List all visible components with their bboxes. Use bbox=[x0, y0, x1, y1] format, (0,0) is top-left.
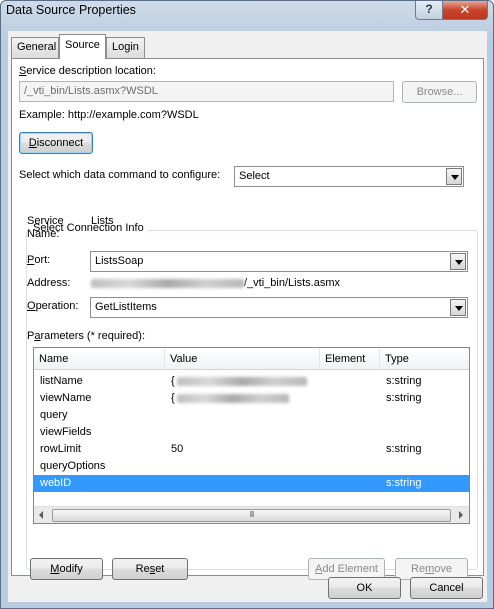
param-name: query bbox=[40, 409, 68, 421]
port-select[interactable]: ListsSoap bbox=[90, 251, 468, 272]
example-text: Example: http://example.com?WSDL bbox=[19, 109, 199, 121]
param-type: s:string bbox=[386, 392, 422, 404]
redacted-address bbox=[91, 278, 244, 288]
tab-general[interactable]: General bbox=[11, 37, 59, 58]
redacted-value bbox=[176, 376, 307, 386]
operation-label: Operation: bbox=[27, 300, 79, 312]
command-select-value: Select bbox=[239, 170, 270, 182]
param-type: s:string bbox=[386, 477, 422, 489]
param-value: { bbox=[171, 375, 307, 387]
param-name: listName bbox=[40, 375, 83, 387]
parameters-list[interactable]: Name Value Element Type listName { s:strin… bbox=[33, 347, 470, 524]
param-name: viewName bbox=[40, 392, 92, 404]
parameters-header: Name Value Element Type bbox=[34, 348, 469, 370]
title-bar[interactable]: Data Source Properties ? ✕ bbox=[1, 1, 493, 31]
command-select[interactable]: Select bbox=[234, 166, 464, 187]
param-value: { bbox=[171, 392, 289, 404]
scroll-right-icon[interactable] bbox=[452, 507, 469, 523]
table-row[interactable]: queryOptions bbox=[34, 458, 469, 475]
param-name: viewFields bbox=[40, 426, 92, 438]
chevron-down-icon[interactable] bbox=[450, 253, 466, 270]
service-name-value: Lists bbox=[91, 215, 114, 227]
param-name: queryOptions bbox=[40, 460, 106, 472]
table-row[interactable]: viewFields bbox=[34, 424, 469, 441]
help-icon: ? bbox=[425, 2, 433, 16]
param-type: s:string bbox=[386, 375, 422, 387]
column-header-name[interactable]: Name bbox=[34, 348, 165, 370]
table-row[interactable]: webID s:string bbox=[34, 475, 469, 492]
service-url-field[interactable]: /_vti_bin/Lists.asmx?WSDL bbox=[19, 81, 394, 102]
table-row[interactable]: rowLimit 50 s:string bbox=[34, 441, 469, 458]
table-row[interactable]: viewName { s:string bbox=[34, 390, 469, 407]
ok-button[interactable]: OK bbox=[328, 577, 401, 599]
column-header-value[interactable]: Value bbox=[165, 348, 320, 370]
window-title: Data Source Properties bbox=[6, 3, 136, 17]
param-type: s:string bbox=[386, 443, 422, 455]
reset-button[interactable]: Reset bbox=[112, 558, 188, 580]
address-label: Address: bbox=[27, 277, 71, 289]
service-name-label-1: Service bbox=[27, 215, 64, 227]
param-name: rowLimit bbox=[40, 443, 81, 455]
operation-select[interactable]: GetListItems bbox=[90, 297, 468, 318]
horizontal-scrollbar[interactable] bbox=[34, 506, 469, 523]
tab-source[interactable]: Source bbox=[59, 34, 106, 59]
cancel-button[interactable]: Cancel bbox=[410, 577, 483, 599]
table-row[interactable]: query bbox=[34, 407, 469, 424]
port-label: Port: bbox=[27, 254, 51, 266]
source-tab-panel: Service description location: /_vti_bin/… bbox=[11, 58, 484, 580]
port-select-value: ListsSoap bbox=[95, 255, 144, 267]
command-label: Select which data command to configure: bbox=[19, 169, 221, 181]
dialog-client: General Source Login Service description… bbox=[8, 31, 487, 602]
chevron-down-icon[interactable] bbox=[450, 299, 466, 316]
disconnect-button[interactable]: Disconnect bbox=[19, 132, 93, 154]
tab-login[interactable]: Login bbox=[106, 37, 145, 58]
parameters-label: Parameters (* required): bbox=[27, 330, 146, 342]
table-row[interactable]: listName { s:string bbox=[34, 373, 469, 390]
scroll-left-icon[interactable] bbox=[34, 507, 51, 523]
column-header-type[interactable]: Type bbox=[380, 348, 469, 370]
redacted-value bbox=[176, 393, 289, 403]
service-name-label-2: Name: bbox=[27, 228, 60, 240]
chevron-down-icon[interactable] bbox=[446, 168, 462, 185]
param-value: 50 bbox=[171, 443, 184, 455]
modify-button[interactable]: Modify bbox=[30, 558, 103, 580]
close-button[interactable]: ✕ bbox=[442, 1, 488, 20]
help-button[interactable]: ? bbox=[415, 1, 443, 20]
address-value: /_vti_bin/Lists.asmx bbox=[91, 277, 340, 289]
scroll-thumb[interactable] bbox=[52, 509, 451, 522]
browse-button[interactable]: Browse... bbox=[402, 81, 477, 103]
dialog-window: Data Source Properties ? ✕ General Sourc… bbox=[0, 0, 494, 609]
param-name: webID bbox=[40, 477, 72, 489]
column-header-element[interactable]: Element bbox=[320, 348, 380, 370]
service-description-label: Service description location: bbox=[19, 65, 156, 77]
operation-select-value: GetListItems bbox=[95, 301, 157, 313]
close-icon: ✕ bbox=[459, 2, 471, 17]
